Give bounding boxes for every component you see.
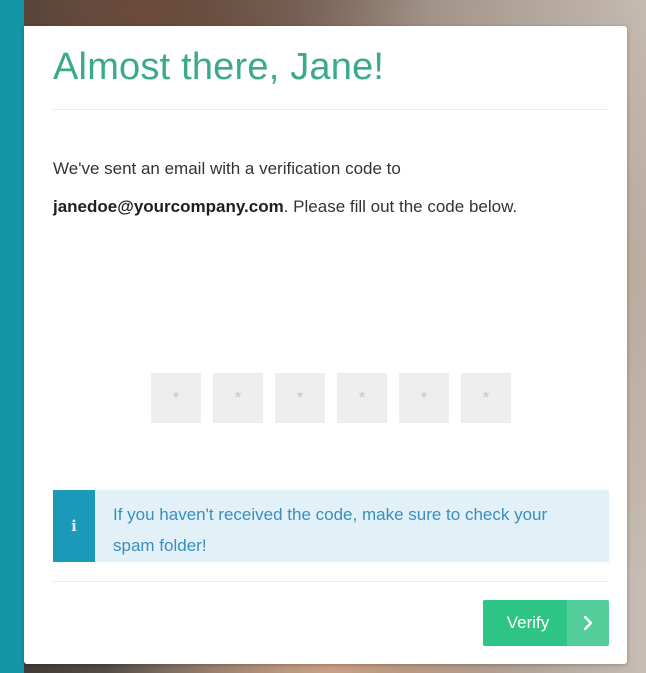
code-input-row: * * * * * * <box>151 373 511 423</box>
code-placeholder: * <box>482 388 490 407</box>
code-digit-1[interactable]: * <box>151 373 201 423</box>
verification-dialog: Almost there, Jane! We've sent an email … <box>24 26 627 664</box>
message-tail: . Please fill out the code below. <box>283 197 518 216</box>
background-teal-edge <box>0 0 24 673</box>
chevron-right-icon <box>567 600 609 646</box>
code-digit-6[interactable]: * <box>461 373 511 423</box>
code-digit-5[interactable]: * <box>399 373 449 423</box>
dialog-title: Almost there, Jane! <box>53 46 385 88</box>
code-digit-3[interactable]: * <box>275 373 325 423</box>
info-text: If you haven't received the code, make s… <box>113 505 548 555</box>
code-placeholder: * <box>420 388 428 407</box>
verification-message: We've sent an email with a verification … <box>53 150 613 226</box>
code-placeholder: * <box>296 388 304 407</box>
spam-info-box: i If you haven't received the code, make… <box>53 490 609 562</box>
code-placeholder: * <box>172 388 180 407</box>
recipient-email: janedoe@yourcompany.com <box>53 197 284 216</box>
code-placeholder: * <box>234 388 242 407</box>
title-divider <box>53 109 609 110</box>
footer-divider <box>53 581 609 582</box>
code-digit-4[interactable]: * <box>337 373 387 423</box>
code-placeholder: * <box>358 388 366 407</box>
info-icon: i <box>53 490 95 562</box>
verify-button[interactable]: Verify <box>483 600 609 646</box>
code-digit-2[interactable]: * <box>213 373 263 423</box>
message-line: We've sent an email with a verification … <box>53 159 401 178</box>
verify-label: Verify <box>506 613 550 632</box>
dialog-tab <box>24 26 35 116</box>
